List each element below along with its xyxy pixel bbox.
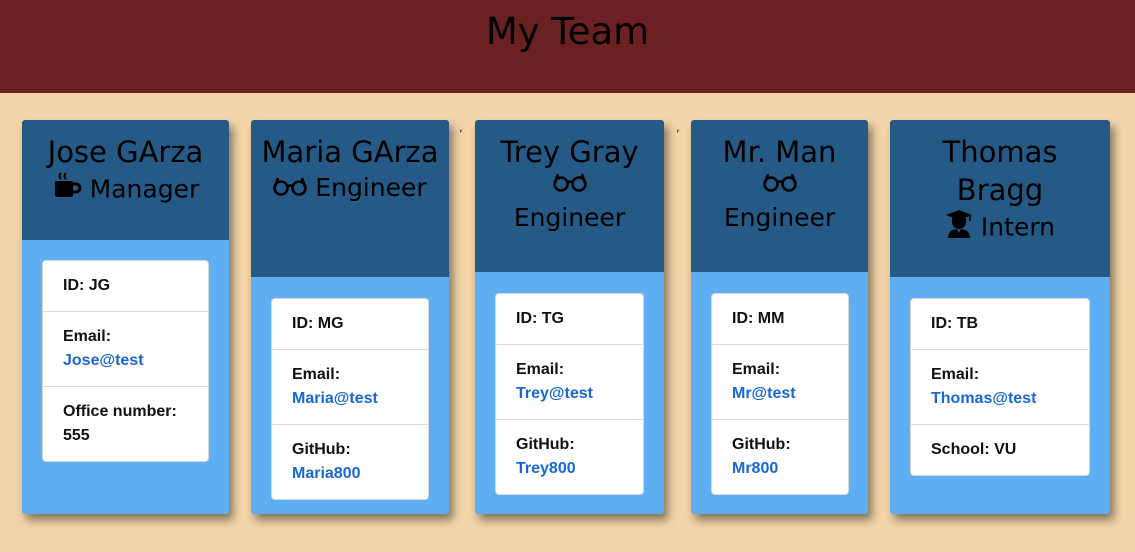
info-list: ID: MM Email: Mr@test GitHub: Mr800 bbox=[711, 293, 849, 495]
glasses-icon bbox=[762, 171, 797, 203]
page-header: My Team bbox=[0, 0, 1135, 93]
employee-role: Engineer bbox=[723, 203, 836, 232]
employee-role: Manager bbox=[22, 171, 229, 210]
employee-name: Jose GArza bbox=[47, 135, 204, 169]
employee-name: Maria GArza bbox=[261, 135, 439, 169]
email-link[interactable]: Maria@test bbox=[292, 387, 408, 411]
email-row: Email: Thomas@test bbox=[911, 350, 1089, 425]
email-link[interactable]: Trey@test bbox=[516, 382, 623, 406]
stray-comma: , bbox=[676, 120, 680, 134]
email-link[interactable]: Jose@test bbox=[63, 349, 188, 373]
employee-role: Intern bbox=[890, 209, 1110, 248]
card-header: Thomas Bragg Intern bbox=[890, 120, 1110, 277]
employee-name: Mr. Man bbox=[722, 135, 837, 169]
employee-card-manager: Jose GArza Manager ID: JG Email: Jose@te… bbox=[22, 120, 229, 514]
card-header: Maria GArza Engineer bbox=[251, 120, 449, 277]
email-link[interactable]: Thomas@test bbox=[931, 387, 1069, 411]
employee-name: Trey Gray bbox=[500, 135, 639, 169]
info-list: ID: JG Email: Jose@test Office number: 5… bbox=[42, 260, 209, 462]
email-row: Email: Trey@test bbox=[496, 345, 643, 420]
id-row: ID: TG bbox=[496, 294, 643, 345]
card-header: Jose GArza Manager bbox=[22, 120, 229, 240]
employee-card-intern: Thomas Bragg Intern ID: TB Email: Thomas… bbox=[890, 120, 1110, 514]
school-row: School: VU bbox=[931, 441, 1017, 458]
id-row: ID: TB bbox=[911, 299, 1089, 350]
email-link[interactable]: Mr@test bbox=[732, 382, 828, 406]
email-row: Email: Maria@test bbox=[272, 350, 428, 425]
github-row: GitHub: Trey800 bbox=[496, 420, 643, 494]
employee-role: Engineer bbox=[251, 171, 449, 206]
email-row: Email: Jose@test bbox=[43, 312, 208, 387]
glasses-icon bbox=[552, 171, 587, 203]
card-header: Trey Gray Engineer bbox=[475, 120, 664, 272]
office-row: Office number: 555 bbox=[63, 403, 177, 444]
info-list: ID: TG Email: Trey@test GitHub: Trey800 bbox=[495, 293, 644, 495]
id-row: ID: JG bbox=[43, 261, 208, 312]
page-title: My Team bbox=[485, 10, 650, 53]
github-row: GitHub: Mr800 bbox=[712, 420, 848, 494]
github-row: GitHub: Maria800 bbox=[272, 425, 428, 499]
graduate-icon bbox=[945, 209, 973, 248]
employee-card-engineer: Mr. Man Engineer ID: MM Email: Mr@test G… bbox=[691, 120, 868, 514]
stray-comma: , bbox=[459, 120, 463, 134]
glasses-icon bbox=[273, 172, 308, 206]
card-header: Mr. Man Engineer bbox=[691, 120, 868, 272]
info-list: ID: MG Email: Maria@test GitHub: Maria80… bbox=[271, 298, 429, 500]
info-list: ID: TB Email: Thomas@test School: VU bbox=[910, 298, 1090, 476]
employee-card-engineer: Maria GArza Engineer ID: MG Email: Maria… bbox=[251, 120, 449, 514]
employee-name: Thomas Bragg bbox=[942, 135, 1058, 207]
email-row: Email: Mr@test bbox=[712, 345, 848, 420]
github-link[interactable]: Trey800 bbox=[516, 457, 623, 481]
github-link[interactable]: Maria800 bbox=[292, 462, 408, 486]
employee-card-engineer: Trey Gray Engineer ID: TG Email: Trey@te… bbox=[475, 120, 664, 514]
id-row: ID: MG bbox=[272, 299, 428, 350]
id-row: ID: MM bbox=[712, 294, 848, 345]
github-link[interactable]: Mr800 bbox=[732, 457, 828, 481]
coffee-icon bbox=[52, 171, 82, 210]
employee-role: Engineer bbox=[513, 203, 626, 232]
